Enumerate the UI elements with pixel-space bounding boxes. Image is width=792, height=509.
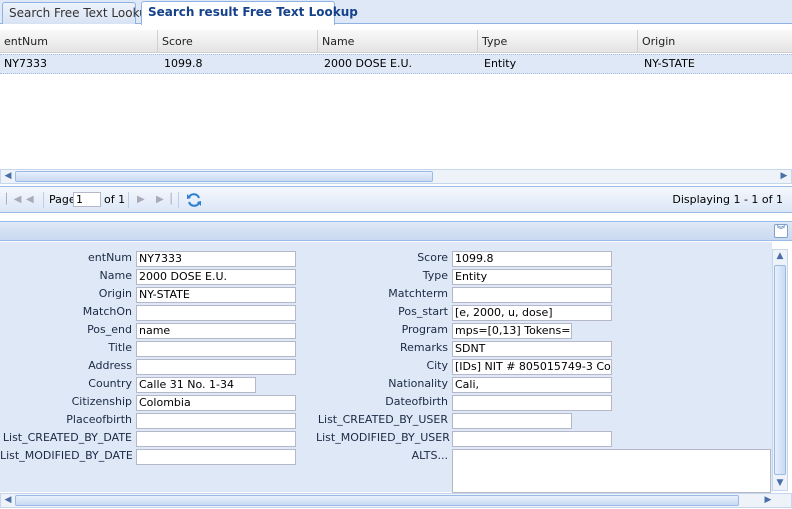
list-created-by-date-field[interactable] (136, 431, 296, 447)
label-pos-end: Pos_end (87, 323, 132, 336)
label-nationality: Nationality (388, 377, 448, 390)
tab-search-free-text-lookup[interactable]: Search Free Text Lookup (2, 2, 154, 24)
paging-display-text: Displaying 1 - 1 of 1 (672, 193, 783, 206)
label-dateofbirth: Dateofbirth (385, 395, 448, 408)
dateofbirth-field[interactable] (452, 395, 612, 411)
form-vertical-scrollbar[interactable]: ▲ ▼ (772, 249, 788, 491)
scroll-right-icon[interactable]: ▶ (777, 170, 791, 183)
toolbar-separator (43, 192, 44, 208)
toolbar-separator (178, 192, 179, 208)
entnum-field[interactable]: NY7333 (136, 251, 296, 267)
detail-form-right-column: Score 1099.8 Type Entity Matchterm Pos_start [… (316, 242, 776, 493)
label-list-created-by-date: List_CREATED_BY_DATE (2, 431, 132, 444)
page-count-label: of 1 (104, 193, 126, 206)
scroll-left-icon[interactable]: ◀ (1, 494, 15, 507)
label-country: Country (88, 377, 132, 390)
origin-field[interactable]: NY-STATE (136, 287, 296, 303)
citizenship-field[interactable]: Colombia (136, 395, 296, 411)
collapse-icon[interactable]: ︾ (774, 224, 788, 238)
list-modified-by-user-field[interactable] (452, 431, 612, 447)
cell-name: 2000 DOSE E.U. (324, 57, 413, 70)
label-city: City (426, 359, 448, 372)
column-header-entnum[interactable]: entNum (0, 30, 158, 53)
label-matchon: MatchOn (82, 305, 132, 318)
detail-form: entNum NY7333 Name 2000 DOSE E.U. Origin NY-S… (0, 242, 772, 493)
first-page-icon[interactable]: ▏◀ (6, 194, 21, 205)
address-field[interactable] (136, 359, 296, 375)
label-title: Title (108, 341, 132, 354)
matchon-field[interactable] (136, 305, 296, 321)
label-list-created-by-user: List_CREATED_BY_USER (317, 413, 448, 426)
form-horizontal-scrollbar[interactable]: ◀ ▶ (0, 493, 792, 508)
label-citizenship: Citizenship (71, 395, 132, 408)
column-header-type[interactable]: Type (478, 30, 638, 53)
refresh-icon[interactable] (186, 192, 202, 208)
placeofbirth-field[interactable] (136, 413, 296, 429)
grid-header: entNum Score Name Type Origin (0, 30, 792, 53)
cell-origin: NY-STATE (644, 57, 695, 70)
column-header-origin[interactable]: Origin (638, 30, 792, 53)
label-name: Name (99, 269, 132, 282)
tab-bar: Search Free Text Lookup Search result Fr… (0, 0, 792, 25)
last-page-icon[interactable]: ▶▕ (156, 194, 171, 205)
grid-horizontal-scrollbar[interactable]: ◀ ▶ (0, 169, 792, 184)
program-field[interactable]: mps=[0,13] Tokens=== (452, 323, 572, 339)
label-list-modified-by-user: List_MODIFIED_BY_USER (316, 431, 450, 444)
city-field[interactable]: [IDs] NIT # 805015749-3 Colo (452, 359, 612, 375)
label-matchterm: Matchterm (388, 287, 448, 300)
grid-scroll-thumb[interactable] (15, 171, 433, 182)
label-alts: ALTS... (411, 449, 448, 462)
scroll-down-icon[interactable]: ▼ (773, 477, 787, 490)
label-pos-start: Pos_start (398, 305, 448, 318)
column-header-name[interactable]: Name (318, 30, 478, 53)
tab-search-result-free-text-lookup[interactable]: Search result Free Text Lookup (141, 1, 358, 25)
label-list-modified-by-date: List_MODIFIED_BY_DATE (0, 449, 133, 462)
table-row[interactable]: NY7333 1099.8 2000 DOSE E.U. Entity NY-S… (0, 54, 792, 74)
pos-end-field[interactable]: name (136, 323, 296, 339)
label-type: Type (422, 269, 448, 282)
cell-entnum: NY7333 (4, 57, 47, 70)
name-field[interactable]: 2000 DOSE E.U. (136, 269, 296, 285)
label-score: Score (417, 251, 448, 264)
paging-toolbar: ▏◀ ◀ Page 1 of 1 ▶ ▶▕ Displaying 1 - 1 o… (0, 186, 792, 213)
type-field[interactable]: Entity (452, 269, 612, 285)
remarks-field[interactable]: SDNT (452, 341, 612, 357)
cell-score: 1099.8 (164, 57, 203, 70)
page-label: Page (49, 193, 76, 206)
next-page-icon[interactable]: ▶ (137, 194, 145, 205)
label-program: Program (401, 323, 448, 336)
matchterm-field[interactable] (452, 287, 612, 303)
prev-page-icon[interactable]: ◀ (26, 194, 34, 205)
cell-type: Entity (484, 57, 517, 70)
score-field[interactable]: 1099.8 (452, 251, 612, 267)
pos-start-field[interactable]: [e, 2000, u, dose] (452, 305, 612, 321)
label-address: Address (88, 359, 132, 372)
form-scroll-thumb-horizontal[interactable] (15, 495, 739, 506)
country-field[interactable]: Calle 31 No. 1-34 (136, 377, 256, 393)
title-field[interactable] (136, 341, 296, 357)
toolbar-separator (128, 192, 129, 208)
label-placeofbirth: Placeofbirth (66, 413, 132, 426)
scroll-left-icon[interactable]: ◀ (1, 170, 15, 183)
column-header-score[interactable]: Score (158, 30, 318, 53)
label-remarks: Remarks (400, 341, 448, 354)
label-origin: Origin (98, 287, 132, 300)
list-modified-by-date-field[interactable] (136, 449, 296, 465)
detail-panel-header: ︾ (0, 221, 792, 241)
scroll-right-icon[interactable]: ▶ (761, 494, 775, 507)
alts-field[interactable] (452, 449, 771, 493)
page-number-input[interactable]: 1 (73, 192, 101, 207)
label-entnum: entNum (88, 251, 132, 264)
scroll-up-icon[interactable]: ▲ (773, 250, 787, 263)
form-scroll-thumb[interactable] (774, 265, 786, 475)
list-created-by-user-field[interactable] (452, 413, 572, 429)
nationality-field[interactable]: Cali, (452, 377, 612, 393)
